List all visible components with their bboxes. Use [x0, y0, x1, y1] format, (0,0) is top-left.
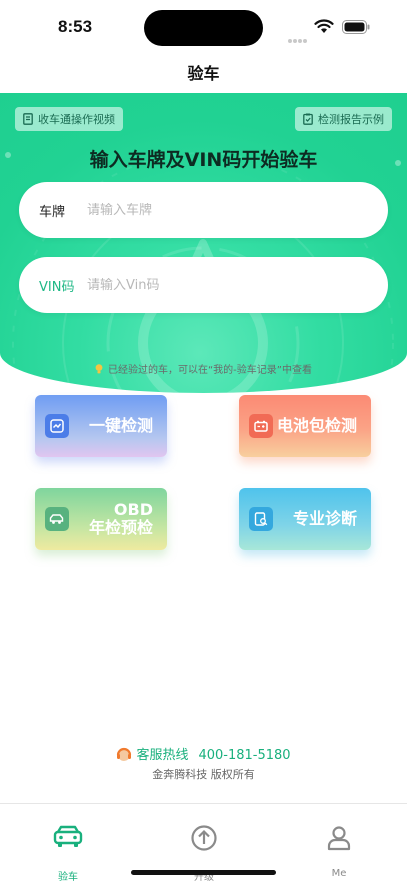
wifi-icon: [314, 19, 334, 33]
vin-label: VIN码: [39, 279, 75, 295]
quick-check-label: 一键检测: [88, 416, 153, 435]
history-hint-text: 已经验过的车，可以在“我的-验车记录”中查看: [108, 365, 312, 376]
tab-inspect-label: 验车: [58, 872, 78, 883]
vin-field[interactable]: VIN码: [19, 257, 388, 313]
obd-label-line2: 年检预检: [88, 518, 153, 537]
professional-diagnosis-label: 专业诊断: [292, 509, 357, 528]
tab-me-label: Me: [331, 868, 347, 879]
obd-precheck-button[interactable]: OBD 年检预检: [35, 488, 167, 550]
battery-icon: [249, 414, 273, 438]
upload-arrow-icon: [191, 825, 217, 851]
tab-me[interactable]: Me: [271, 804, 407, 883]
operation-video-link[interactable]: 收车通操作视频: [15, 107, 123, 131]
hero-title: 输入车牌及VIN码开始验车: [89, 149, 318, 171]
hotline-number[interactable]: 400-181-5180: [198, 748, 290, 763]
hero-background-decoration: [5, 152, 401, 393]
clipboard-check-icon: [303, 113, 313, 125]
lightbulb-icon: [95, 364, 103, 374]
battery-pack-check-button[interactable]: 电池包检测: [239, 395, 371, 457]
quick-check-icon: [45, 414, 69, 438]
sample-report-label: 检测报告示例: [318, 113, 384, 126]
professional-diagnosis-button[interactable]: 专业诊断: [239, 488, 371, 550]
obd-label-line1: OBD: [113, 500, 153, 519]
plate-input[interactable]: [87, 202, 357, 218]
signal-icon: [288, 28, 310, 43]
plate-label: 车牌: [39, 204, 66, 220]
plate-field[interactable]: 车牌: [19, 182, 388, 238]
page-title: 验车: [187, 64, 220, 83]
obd-car-icon: [45, 507, 69, 531]
status-bar: 8:53: [0, 0, 407, 54]
battery-pack-check-label: 电池包检测: [276, 416, 357, 435]
car-icon: [53, 825, 83, 847]
headset-icon: [117, 747, 132, 761]
history-hint: 已经验过的车，可以在“我的-验车记录”中查看: [0, 361, 407, 376]
copyright-text: 金奔腾科技 版权所有: [152, 768, 255, 781]
home-indicator[interactable]: [131, 870, 276, 875]
status-time: 8:53: [58, 17, 93, 36]
quick-check-button[interactable]: 一键检测: [35, 395, 167, 457]
document-icon: [23, 113, 33, 125]
person-icon: [327, 826, 351, 851]
diagnosis-doc-icon: [249, 507, 273, 531]
battery-icon: [342, 20, 370, 34]
hero-panel: 收车通操作视频 检测报告示例 输入车牌及VIN码开始验车 车牌 VIN码: [0, 93, 407, 393]
sample-report-link[interactable]: 检测报告示例: [295, 107, 392, 131]
customer-hotline[interactable]: 客服热线 400-181-5180: [0, 744, 407, 763]
operation-video-label: 收车通操作视频: [38, 113, 115, 126]
tab-inspect[interactable]: 验车: [0, 804, 136, 883]
dynamic-island: [144, 10, 263, 46]
hotline-label: 客服热线: [136, 748, 189, 763]
obd-precheck-label: OBD 年检预检: [89, 501, 153, 537]
vin-input[interactable]: [87, 277, 357, 293]
